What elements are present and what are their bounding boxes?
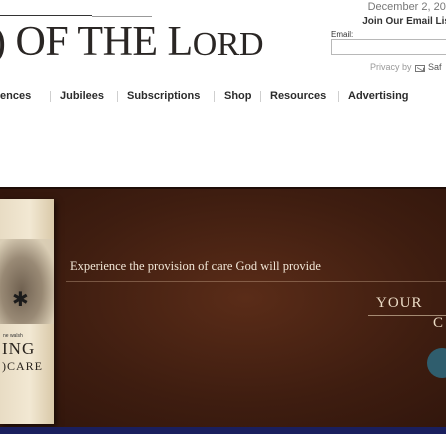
logo-small-caps: ORD bbox=[192, 26, 264, 63]
book-title-line2: )CARE bbox=[2, 359, 43, 373]
hero-banner[interactable]: ✱ ne walsh ING )CARE Experience the prov… bbox=[0, 187, 446, 434]
hero-bottom-bar bbox=[0, 427, 446, 434]
nav-item-shop[interactable]: Shop bbox=[224, 87, 252, 105]
nav-divider bbox=[50, 91, 51, 102]
safe-unsubscribe-icon bbox=[415, 65, 425, 72]
nav-divider bbox=[117, 91, 118, 102]
nav-item-advertising[interactable]: Advertising bbox=[348, 87, 409, 105]
privacy-text[interactable]: Privacy by bbox=[370, 62, 412, 72]
logo-rule-secondary bbox=[92, 16, 152, 17]
book-cover-art bbox=[0, 239, 54, 324]
site-logo[interactable]: ) OF THE LORD bbox=[0, 18, 264, 69]
nav-item-conferences[interactable]: ences bbox=[0, 87, 31, 105]
current-date: December 2, 201 bbox=[367, 1, 446, 13]
email-field[interactable] bbox=[331, 39, 446, 55]
book-title-line1: ING bbox=[2, 339, 36, 358]
privacy-brand[interactable]: Saf bbox=[428, 62, 442, 72]
hero-top-rule bbox=[0, 187, 446, 189]
email-field-label: Email: bbox=[331, 30, 354, 39]
site-header: ) OF THE LORD December 2, 201 Join Our E… bbox=[0, 0, 446, 100]
main-nav: ences Jubilees Subscriptions Shop Resour… bbox=[0, 87, 446, 105]
hero-divider bbox=[66, 281, 446, 282]
email-signup-title: Join Our Email Lis bbox=[362, 16, 446, 27]
nav-item-resources[interactable]: Resources bbox=[270, 87, 326, 105]
nav-item-jubilees[interactable]: Jubilees bbox=[60, 87, 104, 105]
nav-item-subscriptions[interactable]: Subscriptions bbox=[127, 87, 200, 105]
hero-tagline: Experience the provision of care God wil… bbox=[70, 259, 321, 273]
nav-divider bbox=[260, 91, 261, 102]
logo-prefix: ) OF THE L bbox=[0, 19, 193, 65]
star-icon: ✱ bbox=[12, 289, 29, 311]
logo-rule bbox=[0, 15, 92, 16]
hero-text-fragment: C bbox=[433, 315, 444, 331]
nav-divider bbox=[338, 91, 339, 102]
nav-divider bbox=[214, 91, 215, 102]
book-cover-image[interactable]: ✱ ne walsh ING )CARE bbox=[0, 199, 54, 424]
hero-heading-fragment: YOUR bbox=[376, 295, 423, 311]
